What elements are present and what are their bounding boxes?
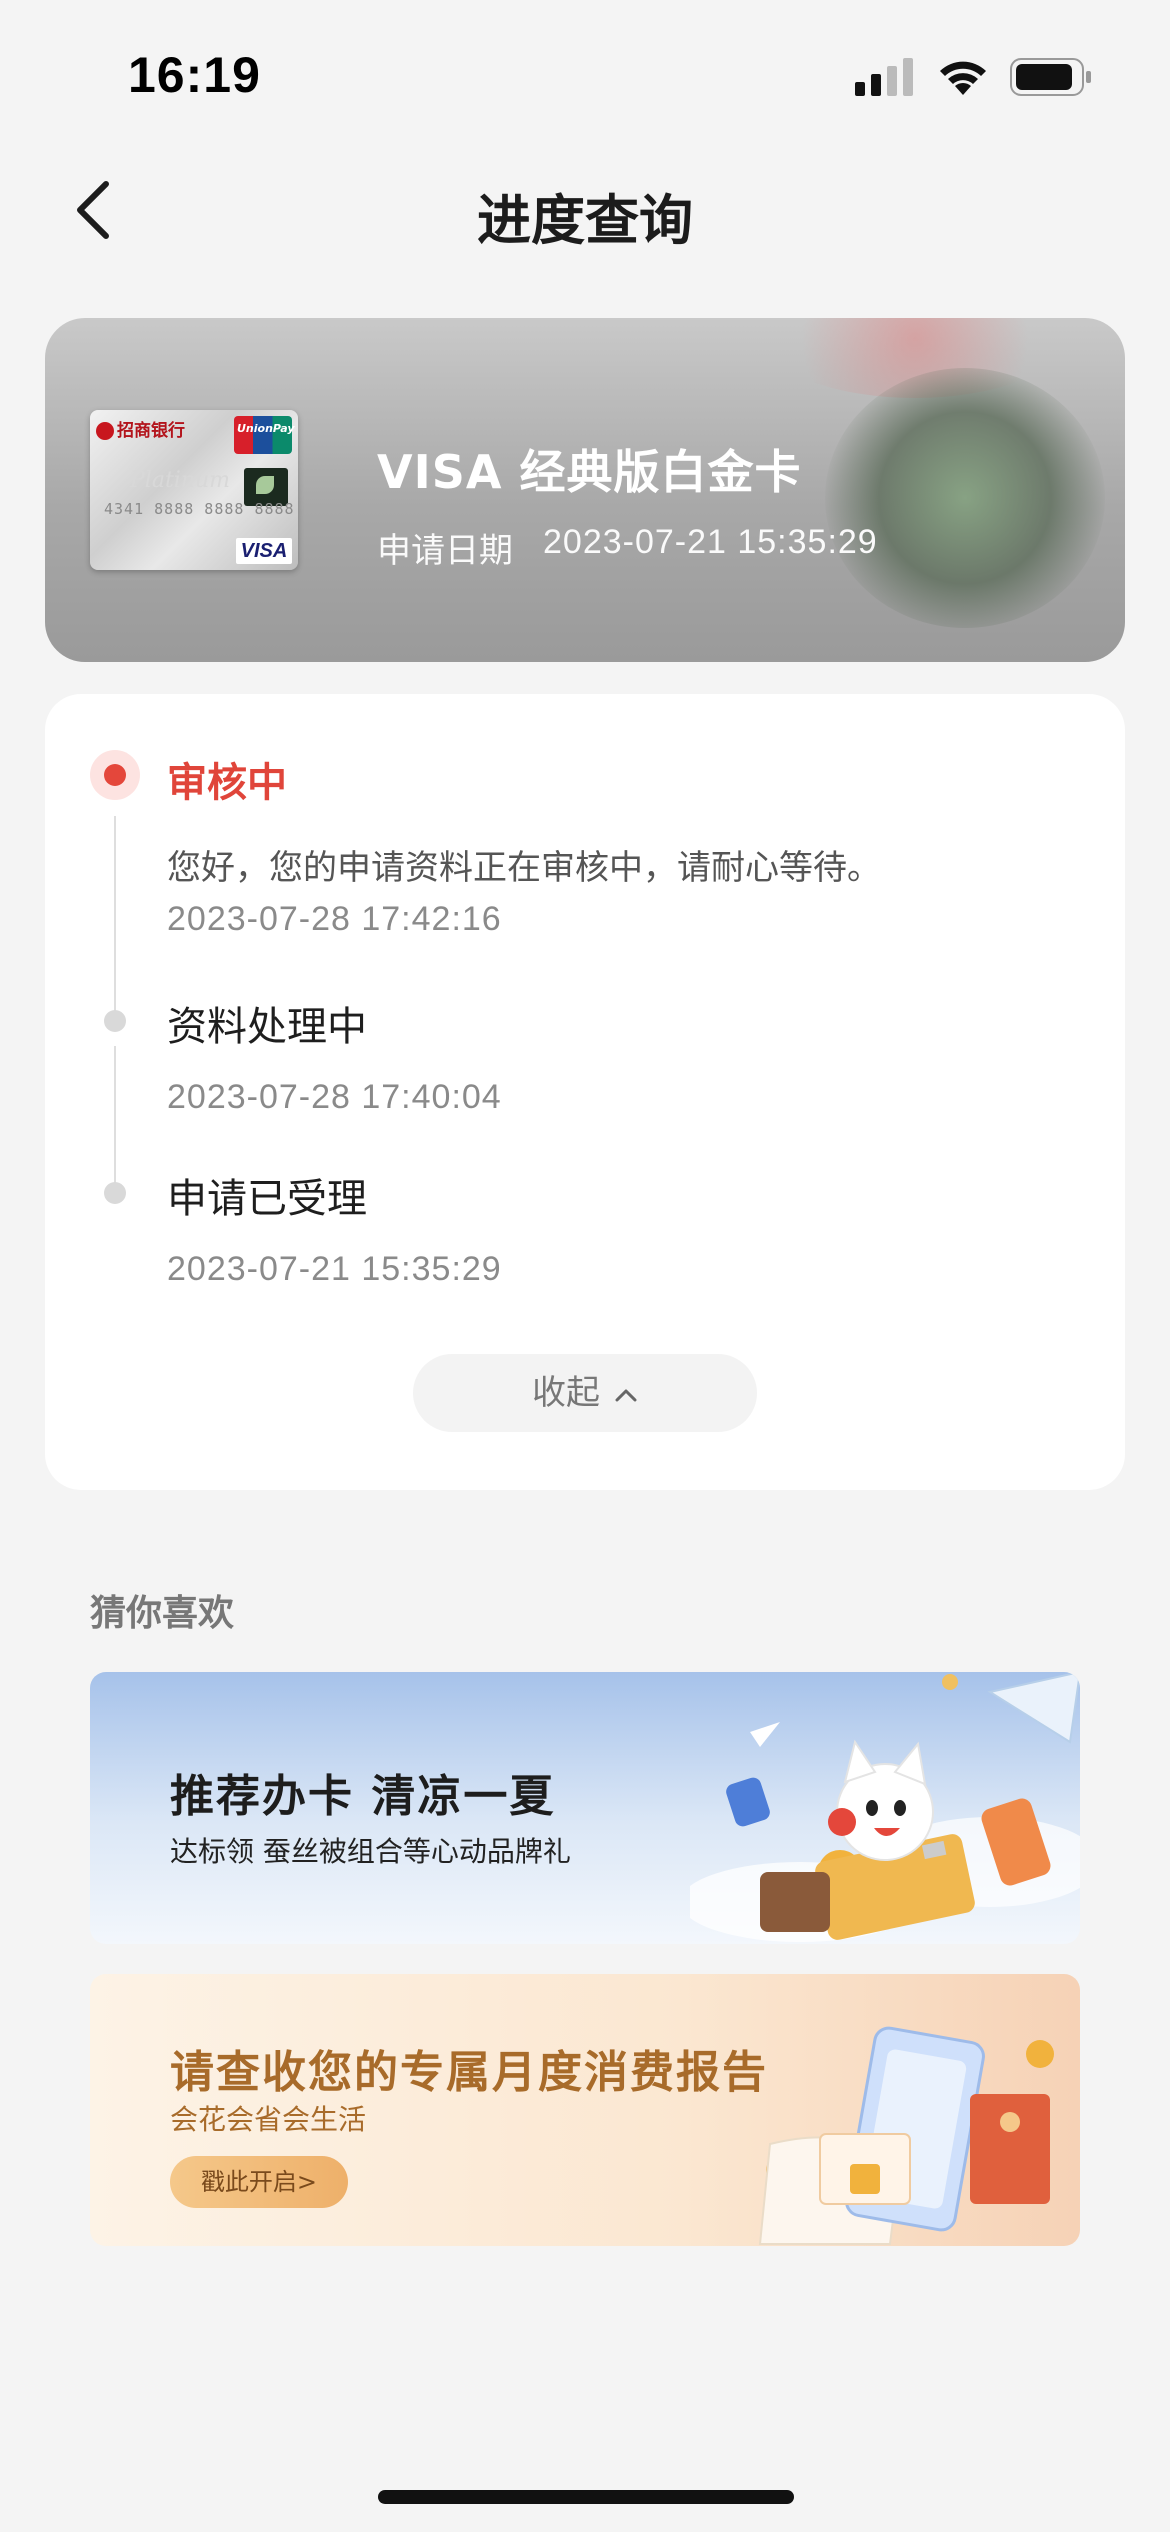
banner-subtitle: 达标领 蚕丝被组合等心动品牌礼 bbox=[170, 1835, 571, 1868]
card-name: VISA 经典版白金卡 bbox=[377, 445, 802, 499]
apply-date-label: 申请日期 bbox=[377, 531, 513, 571]
chevron-up-icon bbox=[615, 1389, 637, 1401]
step-time: 2023-07-28 17:40:04 bbox=[167, 1078, 502, 1116]
home-indicator bbox=[378, 2490, 794, 2504]
bank-logo: 招商银行 bbox=[96, 416, 185, 441]
status-bar: 16:19 bbox=[0, 0, 1170, 150]
promo-banner-monthly-report[interactable]: 请查收您的专属月度消费报告 会花会省会生活 戳此开启> bbox=[90, 1974, 1080, 2246]
step-title: 资料处理中 bbox=[167, 1004, 367, 1050]
banner-title: 推荐办卡 清凉一夏 bbox=[170, 1771, 556, 1822]
timeline-connector bbox=[114, 816, 116, 1012]
section-title: 猜你喜欢 bbox=[90, 1593, 235, 1634]
promo-banner-card-apply[interactable]: 推荐办卡 清凉一夏 达标领 蚕丝被组合等心动品牌礼 bbox=[90, 1672, 1080, 1944]
status-dot-icon bbox=[104, 1182, 126, 1204]
card-platinum-mark: Platinum bbox=[130, 468, 231, 493]
wifi-icon bbox=[940, 61, 986, 95]
card-header: 招商银行 UnionPay Platinum 4341 8888 8888 88… bbox=[45, 318, 1125, 662]
apply-date: 2023-07-21 15:35:29 bbox=[543, 523, 878, 561]
progress-timeline: 审核中 您好，您的申请资料正在审核中，请耐心等待。 2023-07-28 17:… bbox=[45, 694, 1125, 1490]
page-title: 进度查询 bbox=[477, 189, 693, 252]
open-report-button[interactable]: 戳此开启> bbox=[170, 2156, 348, 2208]
card-number: 4341 8888 8888 8888 bbox=[104, 500, 295, 518]
step-description: 您好，您的申请资料正在审核中，请耐心等待。 bbox=[167, 848, 881, 888]
step-title: 申请已受理 bbox=[167, 1176, 367, 1222]
battery-icon bbox=[1010, 58, 1091, 96]
step-time: 2023-07-21 15:35:29 bbox=[167, 1250, 502, 1288]
active-status-dot-icon bbox=[90, 750, 140, 800]
banner-subtitle: 会花会省会生活 bbox=[170, 2103, 367, 2136]
background-blur bbox=[825, 368, 1105, 628]
nav-bar: 进度查询 bbox=[0, 150, 1170, 270]
step-time: 2023-07-28 17:42:16 bbox=[167, 900, 502, 938]
status-dot-icon bbox=[104, 1010, 126, 1032]
visa-logo: VISA bbox=[236, 538, 292, 564]
step-title: 审核中 bbox=[167, 760, 287, 806]
status-time: 16:19 bbox=[128, 47, 261, 103]
credit-card-image: 招商银行 UnionPay Platinum 4341 8888 8888 88… bbox=[90, 410, 298, 570]
unionpay-logo: UnionPay bbox=[234, 416, 295, 454]
banner-title: 请查收您的专属月度消费报告 bbox=[170, 2047, 768, 2098]
mascot-cat-illustration-icon bbox=[690, 1672, 1080, 1942]
collapse-label: 收起 bbox=[532, 1373, 600, 1413]
collapse-button[interactable]: 收起 bbox=[413, 1354, 757, 1432]
report-phone-envelope-illustration-icon bbox=[758, 2026, 1054, 2245]
cellular-signal-icon bbox=[855, 58, 913, 96]
timeline-connector bbox=[114, 1046, 116, 1184]
